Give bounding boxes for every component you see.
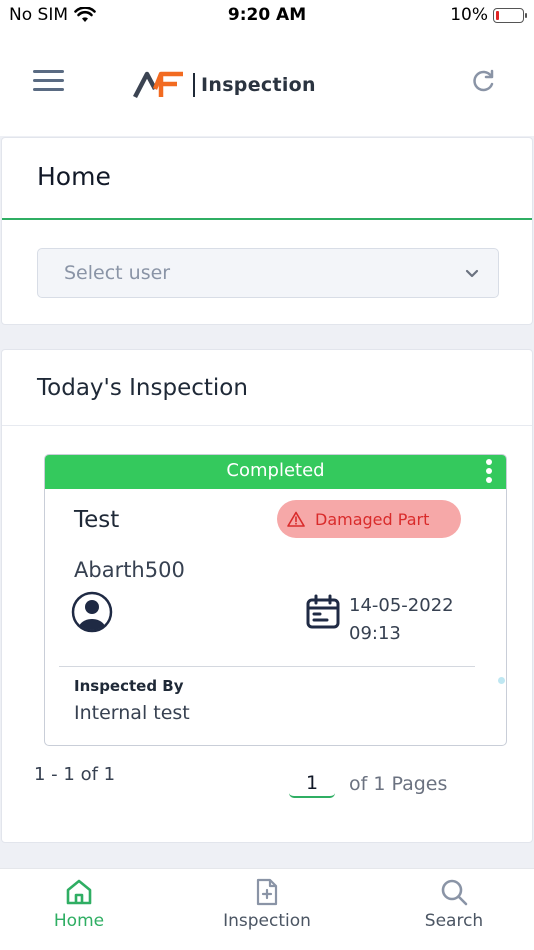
app-header: Inspection [0, 32, 534, 136]
inspected-by-label: Inspected By [74, 677, 184, 695]
section-title: Today's Inspection [37, 375, 248, 401]
inspection-item[interactable]: Completed Test Damaged Part Abarth500 14… [44, 454, 507, 746]
select-user-dropdown[interactable]: Select user [37, 248, 499, 298]
total-pages: of 1 Pages [349, 773, 448, 795]
tab-search-label: Search [424, 911, 484, 931]
battery-icon [493, 7, 527, 23]
badge-label: Damaged Part [315, 509, 430, 529]
inspection-time: 09:13 [349, 623, 401, 644]
warning-icon [287, 511, 305, 527]
page-number-input[interactable] [289, 770, 335, 798]
logo-divider [193, 73, 195, 97]
page-title: Home [37, 162, 111, 191]
battery-status: 10% [450, 5, 527, 25]
chevron-down-icon [465, 269, 479, 278]
hamburger-icon[interactable] [33, 70, 64, 92]
todays-inspection-card: Today's Inspection Completed Test Damage… [1, 349, 533, 843]
inspection-datetime: 14-05-2022 09:13 [349, 592, 454, 648]
inspected-by-value: Internal test [74, 702, 190, 724]
user-avatar-icon [71, 591, 113, 633]
tab-home-label: Home [53, 911, 105, 931]
inspection-name: Test [74, 507, 120, 533]
tab-search[interactable]: Search [384, 877, 524, 931]
refresh-icon[interactable] [470, 69, 496, 95]
inspection-date: 14-05-2022 [349, 595, 454, 616]
card-divider [59, 666, 475, 667]
tab-home[interactable]: Home [9, 877, 149, 931]
tab-inspection-label: Inspection [223, 911, 311, 931]
battery-percent: 10% [450, 5, 488, 25]
vehicle-model: Abarth500 [74, 558, 185, 582]
document-add-icon [256, 878, 278, 906]
tab-inspection[interactable]: Inspection [197, 877, 337, 931]
status-banner: Completed [45, 455, 506, 489]
status-bar: No SIM 9:20 AM 10% [0, 0, 534, 32]
scroll-indicator [498, 677, 505, 684]
pagination-range: 1 - 1 of 1 [34, 764, 116, 785]
bottom-tab-bar: Home Inspection Search [0, 868, 534, 950]
logo-text: Inspection [201, 74, 316, 96]
select-user-placeholder: Select user [64, 262, 171, 284]
logo-mark [133, 71, 183, 99]
title-underline [2, 218, 532, 220]
battery-level [496, 10, 499, 20]
calendar-icon [306, 594, 340, 629]
more-options-icon[interactable] [486, 459, 492, 485]
home-card: Home Select user [1, 137, 533, 325]
damaged-part-badge: Damaged Part [277, 500, 461, 538]
search-icon [441, 879, 468, 906]
app-logo: Inspection [133, 70, 316, 100]
section-divider [2, 425, 532, 426]
home-icon [66, 879, 92, 905]
